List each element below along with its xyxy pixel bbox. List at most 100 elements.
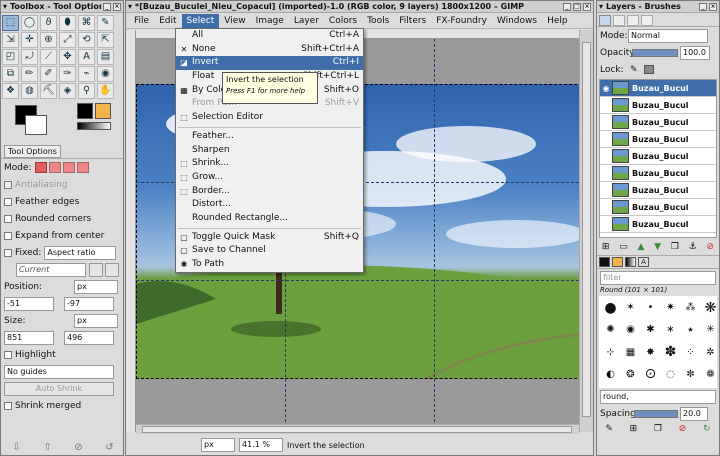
fixed-checkbox[interactable] xyxy=(4,248,12,257)
menu-file[interactable]: File xyxy=(129,14,154,28)
mode-add-button[interactable] xyxy=(48,162,61,173)
brush-item[interactable]: ❂ xyxy=(621,364,640,384)
tool-button-6[interactable]: ⇲ xyxy=(2,32,19,48)
menu-icon[interactable]: ▾ xyxy=(599,2,603,11)
menu-layer[interactable]: Layer xyxy=(289,14,324,28)
vertical-scrollbar[interactable] xyxy=(579,30,593,432)
reset-options-icon[interactable]: ↺ xyxy=(105,442,113,453)
aspect-landscape-button[interactable] xyxy=(105,262,119,277)
select-menu-item-none[interactable]: ✕ None Shift+Ctrl+A xyxy=(176,43,363,57)
new-brush-icon[interactable]: ⊞ xyxy=(630,424,638,434)
brush-item[interactable]: ✲ xyxy=(701,342,717,362)
feather-edges-checkbox[interactable] xyxy=(4,197,12,206)
mode-subtract-button[interactable] xyxy=(62,162,75,173)
tab-channels-icon[interactable] xyxy=(613,15,625,26)
lock-alpha-icon[interactable] xyxy=(643,65,654,74)
tool-button-13[interactable]: ⤾ xyxy=(21,49,38,65)
window-menu-icon[interactable]: ▾ xyxy=(128,2,132,11)
duplicate-brush-icon[interactable]: ❐ xyxy=(654,424,662,434)
antialiasing-option[interactable]: Antialiasing xyxy=(1,176,123,193)
tab-layers-icon[interactable] xyxy=(599,15,611,26)
active-gradient-preview[interactable] xyxy=(77,122,111,130)
menu-tools[interactable]: Tools xyxy=(362,14,394,28)
tool-button-8[interactable]: ⊕ xyxy=(40,32,57,48)
new-layer-icon[interactable]: ⊞ xyxy=(602,242,610,252)
tool-button-28[interactable]: ⚲ xyxy=(78,83,95,99)
highlight-checkbox[interactable] xyxy=(4,350,12,359)
feather-edges-option[interactable]: Feather edges xyxy=(1,193,123,210)
tab-tool-options[interactable]: Tool Options xyxy=(4,145,61,158)
brush-item[interactable]: ✶ xyxy=(621,298,640,317)
tool-button-0[interactable]: ⬚ xyxy=(2,15,19,31)
mode-replace-button[interactable] xyxy=(34,162,47,173)
brush-grid[interactable]: ● ✶ • ✷ ⁂ ❋ ✺ ◉ ✱ ∗ ⋆ ✳ ⊹ ▦ ✸ ✽ ⁘ ✲ ◐ ❂ ⊙ ◌ ✼ ❁ xyxy=(599,296,717,388)
tool-button-21[interactable]: ✑ xyxy=(59,66,76,82)
layer-row[interactable]: Buzau_Bucul xyxy=(600,97,716,114)
mode-intersect-button[interactable] xyxy=(76,162,89,173)
left-ruler[interactable] xyxy=(126,30,136,432)
minimize-icon[interactable]: _ xyxy=(103,2,111,11)
opacity-field[interactable]: 100.0 xyxy=(680,45,710,60)
menu-windows[interactable]: Windows xyxy=(492,14,542,28)
tool-button-10[interactable]: ⟲ xyxy=(78,32,95,48)
tool-button-14[interactable]: ⟋ xyxy=(40,49,57,65)
expand-from-center-checkbox[interactable] xyxy=(4,231,12,240)
select-menu-item-save-to-channel[interactable]: ▢ Save to Channel xyxy=(176,244,363,258)
layer-row[interactable]: Buzau_Bucul xyxy=(600,216,716,233)
brush-item[interactable]: ⁘ xyxy=(681,342,700,362)
tab-paths-icon[interactable] xyxy=(627,15,639,26)
tool-button-22[interactable]: ⌁ xyxy=(78,66,95,82)
tool-button-16[interactable]: A xyxy=(78,49,95,65)
brush-item[interactable]: ✷ xyxy=(661,298,680,317)
tool-button-12[interactable]: ◰ xyxy=(2,49,19,65)
tool-button-15[interactable]: ✥ xyxy=(59,49,76,65)
layer-row[interactable]: Buzau_Bucul xyxy=(600,182,716,199)
tool-button-9[interactable]: ⤢ xyxy=(59,32,76,48)
horizontal-scrollbar[interactable] xyxy=(136,424,579,434)
anchor-layer-icon[interactable]: ⚓ xyxy=(689,242,697,252)
size-unit-select[interactable]: px xyxy=(74,313,118,328)
delete-brush-icon[interactable]: ⊘ xyxy=(679,424,687,434)
tool-button-20[interactable]: ✐ xyxy=(40,66,57,82)
select-menu-item-selection-editor[interactable]: ⬚ Selection Editor xyxy=(176,111,363,125)
menu-image[interactable]: Image xyxy=(251,14,289,28)
spacing-slider[interactable] xyxy=(634,409,678,418)
background-color[interactable] xyxy=(25,115,47,135)
tool-button-7[interactable]: ✛ xyxy=(21,32,38,48)
brush-item[interactable]: ⋆ xyxy=(681,320,700,340)
brush-item[interactable]: ✽ xyxy=(661,342,680,362)
layer-mode-select[interactable]: Normal xyxy=(628,28,708,43)
brush-item[interactable]: • xyxy=(641,298,660,317)
brush-item[interactable]: ● xyxy=(601,298,620,317)
delete-layer-icon[interactable]: ⊘ xyxy=(707,242,715,252)
delete-options-icon[interactable]: ⊘ xyxy=(74,442,82,453)
auto-shrink-button[interactable]: Auto Shrink xyxy=(4,381,114,396)
maximize-icon[interactable]: □ xyxy=(573,2,581,11)
select-menu-item-grow[interactable]: ⬚ Grow... xyxy=(176,171,363,185)
guides-select[interactable]: No guides xyxy=(4,364,114,379)
menu-icon[interactable]: ▾ xyxy=(3,2,7,11)
brush-item[interactable]: ✺ xyxy=(601,320,620,340)
tool-button-17[interactable]: ▤ xyxy=(97,49,114,65)
zoom-select[interactable]: 41.1 % xyxy=(239,438,283,452)
shrink-merged-checkbox[interactable] xyxy=(4,401,12,410)
tool-button-11[interactable]: ⇱ xyxy=(97,32,114,48)
duplicate-layer-icon[interactable]: ❐ xyxy=(671,242,679,252)
tool-button-5[interactable]: ✎ xyxy=(97,15,114,31)
refresh-brushes-icon[interactable]: ↻ xyxy=(703,424,711,434)
position-x-field[interactable]: -51 xyxy=(4,296,54,311)
tool-button-25[interactable]: ◍ xyxy=(21,83,38,99)
menu-help[interactable]: Help xyxy=(542,14,573,28)
brush-item[interactable]: ✸ xyxy=(641,342,660,362)
menu-edit[interactable]: Edit xyxy=(154,14,181,28)
active-pattern-preview[interactable] xyxy=(95,103,111,119)
layer-row[interactable]: Buzau_Bucul xyxy=(600,131,716,148)
tool-button-19[interactable]: ✏ xyxy=(21,66,38,82)
tool-button-26[interactable]: ⛏ xyxy=(40,83,57,99)
brush-item[interactable]: ◉ xyxy=(621,320,640,340)
menu-filters[interactable]: Filters xyxy=(394,14,431,28)
select-menu-item-rounded-rectangle[interactable]: Rounded Rectangle... xyxy=(176,212,363,226)
restore-options-icon[interactable]: ⇧ xyxy=(43,442,51,453)
position-y-field[interactable]: -97 xyxy=(64,296,114,311)
brush-item[interactable]: ⁂ xyxy=(681,298,700,317)
